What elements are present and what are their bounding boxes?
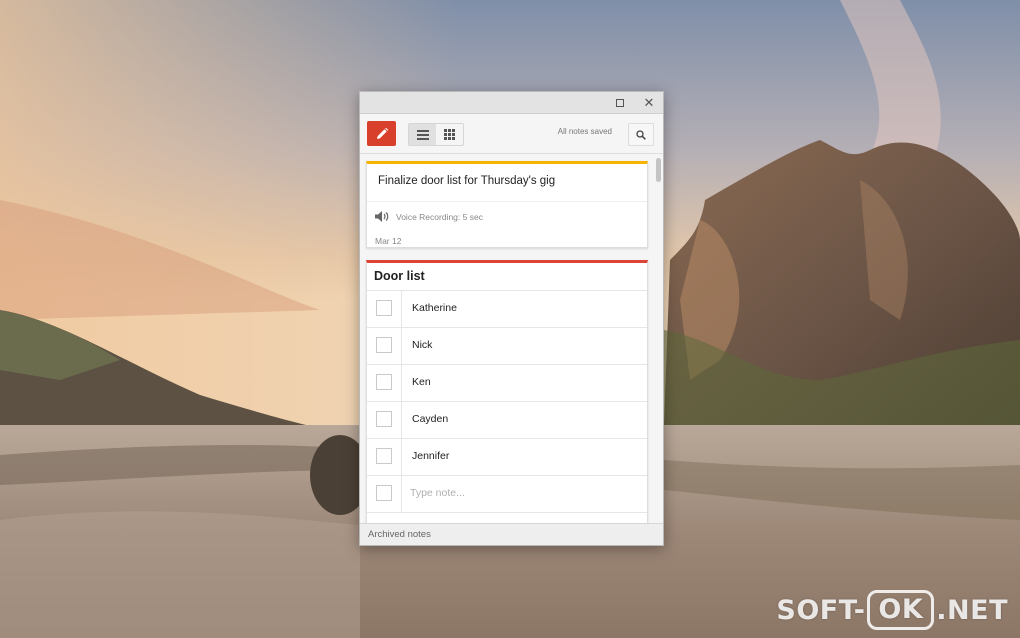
checklist-item-text[interactable]: Jennifer — [412, 450, 449, 462]
pencil-icon — [376, 127, 388, 139]
search-button[interactable] — [628, 123, 654, 146]
watermark-ok: OK — [867, 590, 935, 630]
checklist-item-text[interactable]: Katherine — [412, 302, 457, 314]
speaker-icon — [375, 211, 389, 222]
checkbox[interactable] — [376, 448, 392, 464]
checkbox[interactable] — [376, 374, 392, 390]
voice-recording-label: Voice Recording: 5 sec — [396, 211, 483, 222]
archived-notes-link[interactable]: Archived notes — [368, 529, 431, 540]
keep-app-window: ✕ All notes saved Finalize door list for… — [359, 91, 664, 546]
voice-recording-attachment[interactable]: Voice Recording: 5 sec — [374, 210, 483, 223]
checklist-item: Ken — [367, 364, 647, 401]
save-status: All notes saved — [557, 127, 612, 136]
close-icon: ✕ — [643, 95, 655, 110]
watermark-text: SOFT- — [776, 594, 866, 626]
search-icon — [636, 129, 646, 140]
checklist-item: Katherine — [367, 290, 647, 327]
new-item-input[interactable] — [410, 482, 630, 504]
note-card[interactable]: Finalize door list for Thursday's gig Vo… — [366, 161, 648, 248]
note-divider — [367, 201, 647, 202]
window-titlebar[interactable]: ✕ — [360, 92, 663, 114]
checklist-item-partial — [367, 512, 647, 523]
checklist-note-card[interactable]: Door list Katherine Nick Ken Cayden Jenn… — [366, 260, 648, 523]
checklist-item-text[interactable]: Ken — [412, 376, 431, 388]
scrollbar[interactable] — [654, 155, 662, 523]
note-title: Door list — [374, 269, 425, 283]
checklist-item: Nick — [367, 327, 647, 364]
checklist-item: Cayden — [367, 401, 647, 438]
checkbox[interactable] — [376, 411, 392, 427]
close-button[interactable]: ✕ — [641, 95, 657, 111]
grid-view-icon — [444, 129, 455, 140]
new-checklist-item — [367, 475, 647, 512]
note-date: Mar 12 — [375, 236, 402, 246]
checkbox-cell — [367, 291, 402, 327]
grid-view-button[interactable] — [436, 124, 463, 145]
view-toggle — [408, 123, 464, 146]
watermark: SOFT- OK .NET — [776, 590, 1008, 630]
checkbox-cell — [367, 439, 402, 475]
maximize-button[interactable] — [612, 95, 628, 111]
notes-list[interactable]: Finalize door list for Thursday's gig Vo… — [360, 155, 663, 523]
list-view-icon — [416, 129, 429, 140]
checkbox-cell — [367, 476, 402, 512]
new-note-button[interactable] — [367, 121, 396, 146]
checkbox[interactable] — [376, 337, 392, 353]
toolbar: All notes saved — [360, 114, 663, 154]
checklist-item: Jennifer — [367, 438, 647, 475]
maximize-icon — [616, 99, 624, 107]
note-title: Finalize door list for Thursday's gig — [378, 175, 556, 187]
checkbox[interactable] — [376, 485, 392, 501]
checklist-item-text[interactable]: Cayden — [412, 413, 448, 425]
checkbox-cell — [367, 365, 402, 401]
checklist-item-text[interactable]: Nick — [412, 339, 432, 351]
watermark-suffix: .NET — [936, 594, 1008, 626]
checkbox[interactable] — [376, 300, 392, 316]
list-view-button[interactable] — [409, 124, 436, 145]
footer-bar: Archived notes — [360, 523, 663, 545]
checkbox-cell — [367, 402, 402, 438]
scrollbar-thumb[interactable] — [656, 158, 661, 182]
checkbox-cell — [367, 328, 402, 364]
